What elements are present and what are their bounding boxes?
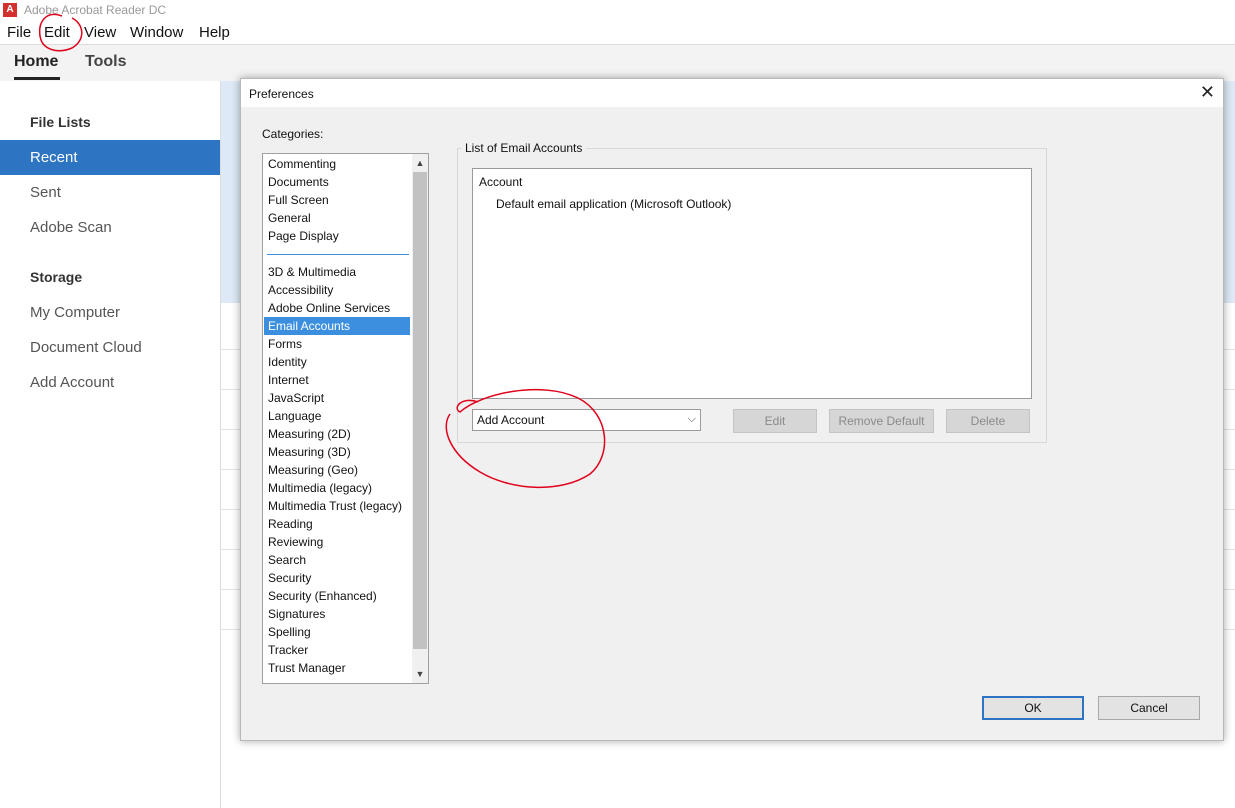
menu-bar: File Edit View Window Help	[0, 22, 1235, 44]
menu-edit[interactable]: Edit	[44, 24, 70, 41]
app-title: Adobe Acrobat Reader DC	[24, 3, 167, 17]
preferences-dialog: Preferences ✕ Categories: Commenting Docu…	[240, 78, 1224, 741]
category-item[interactable]: Internet	[264, 371, 410, 389]
category-item[interactable]: Language	[264, 407, 410, 425]
category-item[interactable]: Security	[264, 569, 410, 587]
category-item[interactable]: Full Screen	[264, 191, 410, 209]
category-item[interactable]: General	[264, 209, 410, 227]
categories-list[interactable]: Commenting Documents Full Screen General Pag…	[262, 153, 429, 684]
scrollbar-thumb[interactable]	[413, 172, 427, 649]
category-item[interactable]: Spelling	[264, 623, 410, 641]
scroll-up-icon[interactable]: ▲	[412, 155, 428, 171]
chevron-down-icon[interactable]: ⌵	[688, 413, 696, 426]
account-column-header: Account	[479, 175, 523, 189]
category-item[interactable]: Reviewing	[264, 533, 410, 551]
category-item[interactable]: Multimedia Trust (legacy)	[264, 497, 410, 515]
category-item[interactable]: Documents	[264, 173, 410, 191]
remove-default-button[interactable]: Remove Default	[829, 409, 934, 433]
sidebar-heading-storage: Storage	[30, 269, 83, 285]
active-tab-indicator	[14, 77, 60, 80]
title-bar: A Adobe Acrobat Reader DC	[0, 0, 1235, 22]
dialog-title: Preferences	[249, 87, 314, 101]
category-item[interactable]: Tracker	[264, 641, 410, 659]
categories-label: Categories:	[262, 127, 324, 141]
delete-button[interactable]: Delete	[946, 409, 1030, 433]
category-item[interactable]: Accessibility	[264, 281, 410, 299]
menu-view[interactable]: View	[84, 24, 116, 41]
sidebar-item-my-computer[interactable]: My Computer	[0, 295, 220, 330]
tab-tools[interactable]: Tools	[85, 53, 126, 71]
category-item[interactable]: Measuring (Geo)	[264, 461, 410, 479]
sidebar-item-sent[interactable]: Sent	[0, 175, 220, 210]
category-item[interactable]: Trust Manager	[264, 659, 410, 677]
category-item[interactable]: JavaScript	[264, 389, 410, 407]
category-item[interactable]: Measuring (2D)	[264, 425, 410, 443]
category-item[interactable]: Security (Enhanced)	[264, 587, 410, 605]
category-item[interactable]: Forms	[264, 335, 410, 353]
tab-bar: Home Tools	[0, 44, 1235, 82]
ok-button[interactable]: OK	[982, 696, 1084, 720]
category-item[interactable]: Reading	[264, 515, 410, 533]
sidebar-item-recent[interactable]: Recent	[0, 140, 220, 175]
sidebar-item-adobe-scan[interactable]: Adobe Scan	[0, 210, 220, 245]
category-item[interactable]: Search	[264, 551, 410, 569]
category-item[interactable]: Commenting	[264, 155, 410, 173]
cancel-button[interactable]: Cancel	[1098, 696, 1200, 720]
category-item[interactable]: 3D & Multimedia	[264, 263, 410, 281]
list-item[interactable]: Default email application (Microsoft Out…	[496, 197, 731, 211]
category-item[interactable]: Page Display	[264, 227, 410, 245]
category-item[interactable]: Signatures	[264, 605, 410, 623]
scroll-down-icon[interactable]: ▼	[412, 666, 428, 682]
sidebar-item-add-account[interactable]: Add Account	[0, 365, 220, 400]
email-accounts-group-label: List of Email Accounts	[461, 141, 587, 155]
category-item[interactable]: Measuring (3D)	[264, 443, 410, 461]
edit-button[interactable]: Edit	[733, 409, 817, 433]
menu-help[interactable]: Help	[199, 24, 230, 41]
category-item[interactable]: Identity	[264, 353, 410, 371]
categories-separator	[267, 254, 409, 255]
dialog-title-bar: Preferences ✕	[241, 79, 1223, 107]
close-icon[interactable]: ✕	[1200, 82, 1215, 103]
add-account-dropdown-value: Add Account	[477, 413, 545, 427]
sidebar: File Lists Recent Sent Adobe Scan Storag…	[0, 81, 221, 808]
sidebar-item-document-cloud[interactable]: Document Cloud	[0, 330, 220, 365]
categories-scrollbar[interactable]: ▲ ▼	[412, 154, 428, 683]
menu-window[interactable]: Window	[130, 24, 183, 41]
acrobat-logo-icon: A	[3, 3, 17, 17]
add-account-dropdown[interactable]: Add Account ⌵	[472, 409, 701, 431]
category-item[interactable]: Adobe Online Services	[264, 299, 410, 317]
category-item[interactable]: Multimedia (legacy)	[264, 479, 410, 497]
category-item[interactable]: Email Accounts	[264, 317, 410, 335]
tab-home[interactable]: Home	[14, 53, 58, 71]
email-accounts-list[interactable]: Account Default email application (Micro…	[472, 168, 1032, 399]
menu-file[interactable]: File	[7, 24, 31, 41]
sidebar-heading-file-lists: File Lists	[30, 114, 91, 130]
